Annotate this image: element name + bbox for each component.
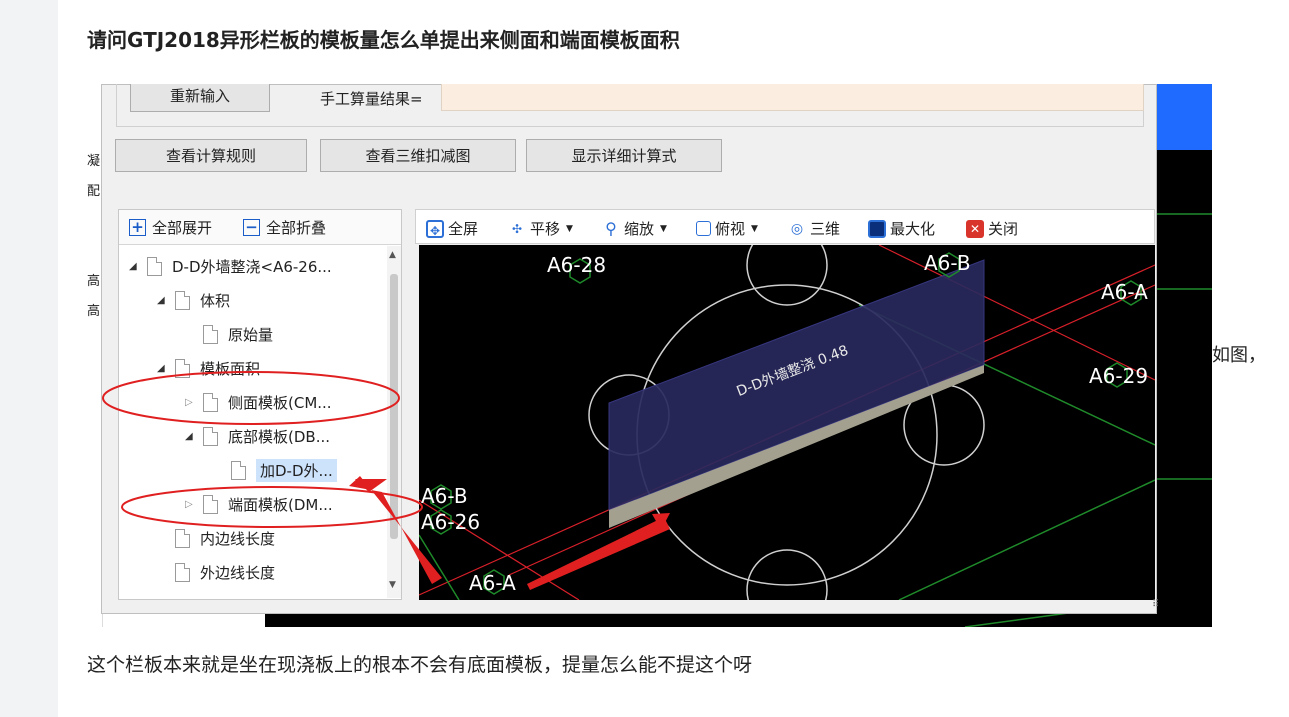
quantity-tree-panel: + 全部展开 − 全部折叠 ◢ D-D外墙整浇<A6-26... ◢ 体积 原始量	[118, 209, 402, 600]
quantity-tree: ◢ D-D外墙整浇<A6-26... ◢ 体积 原始量 ◢ 模板面积 ▷ 侧面模板(CM…	[119, 246, 387, 598]
tree-node-formwork-area[interactable]: ◢ 模板面积	[157, 356, 260, 380]
expand-all-button[interactable]: + 全部展开	[129, 217, 212, 238]
manual-result-field[interactable]	[441, 84, 1144, 111]
axis-label: A6-A	[469, 571, 516, 595]
tree-node-bottom-formwork[interactable]: ◢ 底部模板(DB...	[185, 424, 330, 448]
three-d-viewport[interactable]: D-D外墙整浇 0.48 A6-28 A6-B A6-A A6-29 A6-B …	[419, 245, 1155, 600]
zoom-button[interactable]: ⚲ 缩放 ▼	[602, 218, 667, 239]
document-icon	[203, 324, 218, 344]
fullscreen-icon: ✥	[426, 219, 444, 238]
move-arrows-icon: ✣	[511, 221, 523, 236]
screenshot-image: 凝 配 高 高 重新输入 手工算量结果= 查看计算规则 查看三维扣减图 显示详细…	[87, 84, 1212, 627]
scroll-thumb[interactable]	[390, 274, 398, 539]
tree-node-outer-edge-length[interactable]: 外边线长度	[175, 560, 275, 584]
tree-node-end-formwork[interactable]: ▷ 端面模板(DM...	[185, 492, 333, 516]
top-view-icon	[696, 221, 711, 236]
show-detail-formula-button[interactable]: 显示详细计算式	[526, 139, 722, 172]
resize-grip-icon[interactable]: ⠿	[1152, 599, 1159, 610]
tree-expanded-icon[interactable]: ◢	[157, 295, 171, 306]
plus-box-icon: +	[129, 219, 146, 236]
tree-node-add-dd[interactable]: 加D-D外...	[231, 458, 337, 482]
expand-all-label: 全部展开	[152, 219, 213, 237]
post-title: 请问GTJ2018异形栏板的模板量怎么单提出来侧面和端面模板面积	[87, 28, 680, 52]
dropdown-arrow-icon[interactable]: ▼	[566, 224, 573, 234]
orbit-icon: ◎	[790, 220, 804, 237]
tree-node-side-formwork[interactable]: ▷ 侧面模板(CM...	[185, 390, 332, 414]
axis-label: A6-29	[1089, 364, 1148, 388]
top-view-button[interactable]: 俯视 ▼	[696, 218, 758, 239]
close-view-button[interactable]: ✕ 关闭	[966, 218, 1018, 239]
tree-collapsed-icon[interactable]: ▷	[185, 499, 199, 510]
tree-node-root[interactable]: ◢ D-D外墙整浇<A6-26...	[129, 254, 332, 278]
maximize-button[interactable]: 最大化	[868, 218, 935, 239]
background-glyph: 凝	[87, 154, 101, 169]
view-3d-deduction-button[interactable]: 查看三维扣减图	[320, 139, 516, 172]
three-d-button[interactable]: ◎ 三维	[788, 218, 840, 239]
tree-node-original-qty[interactable]: 原始量	[203, 322, 273, 346]
magnifier-icon: ⚲	[605, 218, 617, 238]
pan-button[interactable]: ✣ 平移 ▼	[508, 218, 573, 239]
view-calc-rule-button[interactable]: 查看计算规则	[115, 139, 307, 172]
viewer-toolbar: ✥ 全屏 ✣ 平移 ▼ ⚲ 缩放 ▼ 俯视 ▼ ◎ 三维 最大化 ✕ 关闭	[415, 209, 1155, 244]
background-window-right-edge	[1157, 84, 1212, 627]
quantity-dialog: 重新输入 手工算量结果= 查看计算规则 查看三维扣减图 显示详细计算式 + 全部…	[101, 84, 1159, 614]
axis-label: A6-28	[547, 253, 606, 277]
background-glyph: 高	[87, 304, 101, 319]
manual-result-label: 手工算量结果=	[320, 90, 423, 108]
fullscreen-button[interactable]: ✥ 全屏	[426, 218, 478, 239]
collapse-all-label: 全部折叠	[266, 219, 327, 237]
background-glyph: 配	[87, 184, 101, 199]
document-icon	[175, 358, 190, 378]
axis-label: A6-26	[421, 510, 480, 534]
close-icon: ✕	[966, 219, 984, 238]
tree-expanded-icon[interactable]: ◢	[129, 261, 143, 272]
tree-toolbar: + 全部展开 − 全部折叠	[119, 210, 401, 245]
document-icon	[147, 256, 162, 276]
document-icon	[203, 494, 218, 514]
document-icon	[175, 562, 190, 582]
collapse-all-button[interactable]: − 全部折叠	[243, 217, 326, 238]
axis-label: A6-B	[421, 484, 468, 508]
caption-right: 如图，	[1212, 345, 1266, 366]
tree-expanded-icon[interactable]: ◢	[157, 363, 171, 374]
scroll-down-icon[interactable]: ▼	[389, 580, 396, 590]
dropdown-arrow-icon[interactable]: ▼	[751, 224, 758, 234]
maximize-icon	[868, 219, 886, 238]
minus-box-icon: −	[243, 219, 260, 236]
document-icon	[175, 528, 190, 548]
manual-result-group: 重新输入 手工算量结果=	[116, 84, 1144, 127]
reinput-button[interactable]: 重新输入	[130, 84, 270, 112]
document-icon	[203, 392, 218, 412]
document-icon	[231, 460, 246, 480]
axis-label: A6-B	[924, 251, 971, 275]
tree-node-inner-edge-length[interactable]: 内边线长度	[175, 526, 275, 550]
document-icon	[203, 426, 218, 446]
axis-label: A6-A	[1101, 280, 1148, 304]
tree-expanded-icon[interactable]: ◢	[185, 431, 199, 442]
background-glyph: 高	[87, 274, 101, 289]
post-body-text: 这个栏板本来就是坐在现浇板上的根本不会有底面模板，提量怎么能不提这个呀	[87, 654, 753, 676]
dropdown-arrow-icon[interactable]: ▼	[660, 224, 667, 234]
scroll-up-icon[interactable]: ▲	[389, 250, 396, 260]
document-icon	[175, 290, 190, 310]
tree-node-volume[interactable]: ◢ 体积	[157, 288, 230, 312]
tree-collapsed-icon[interactable]: ▷	[185, 397, 199, 408]
page-left-gutter	[0, 0, 58, 717]
tree-scrollbar[interactable]: ▲ ▼	[387, 246, 401, 598]
